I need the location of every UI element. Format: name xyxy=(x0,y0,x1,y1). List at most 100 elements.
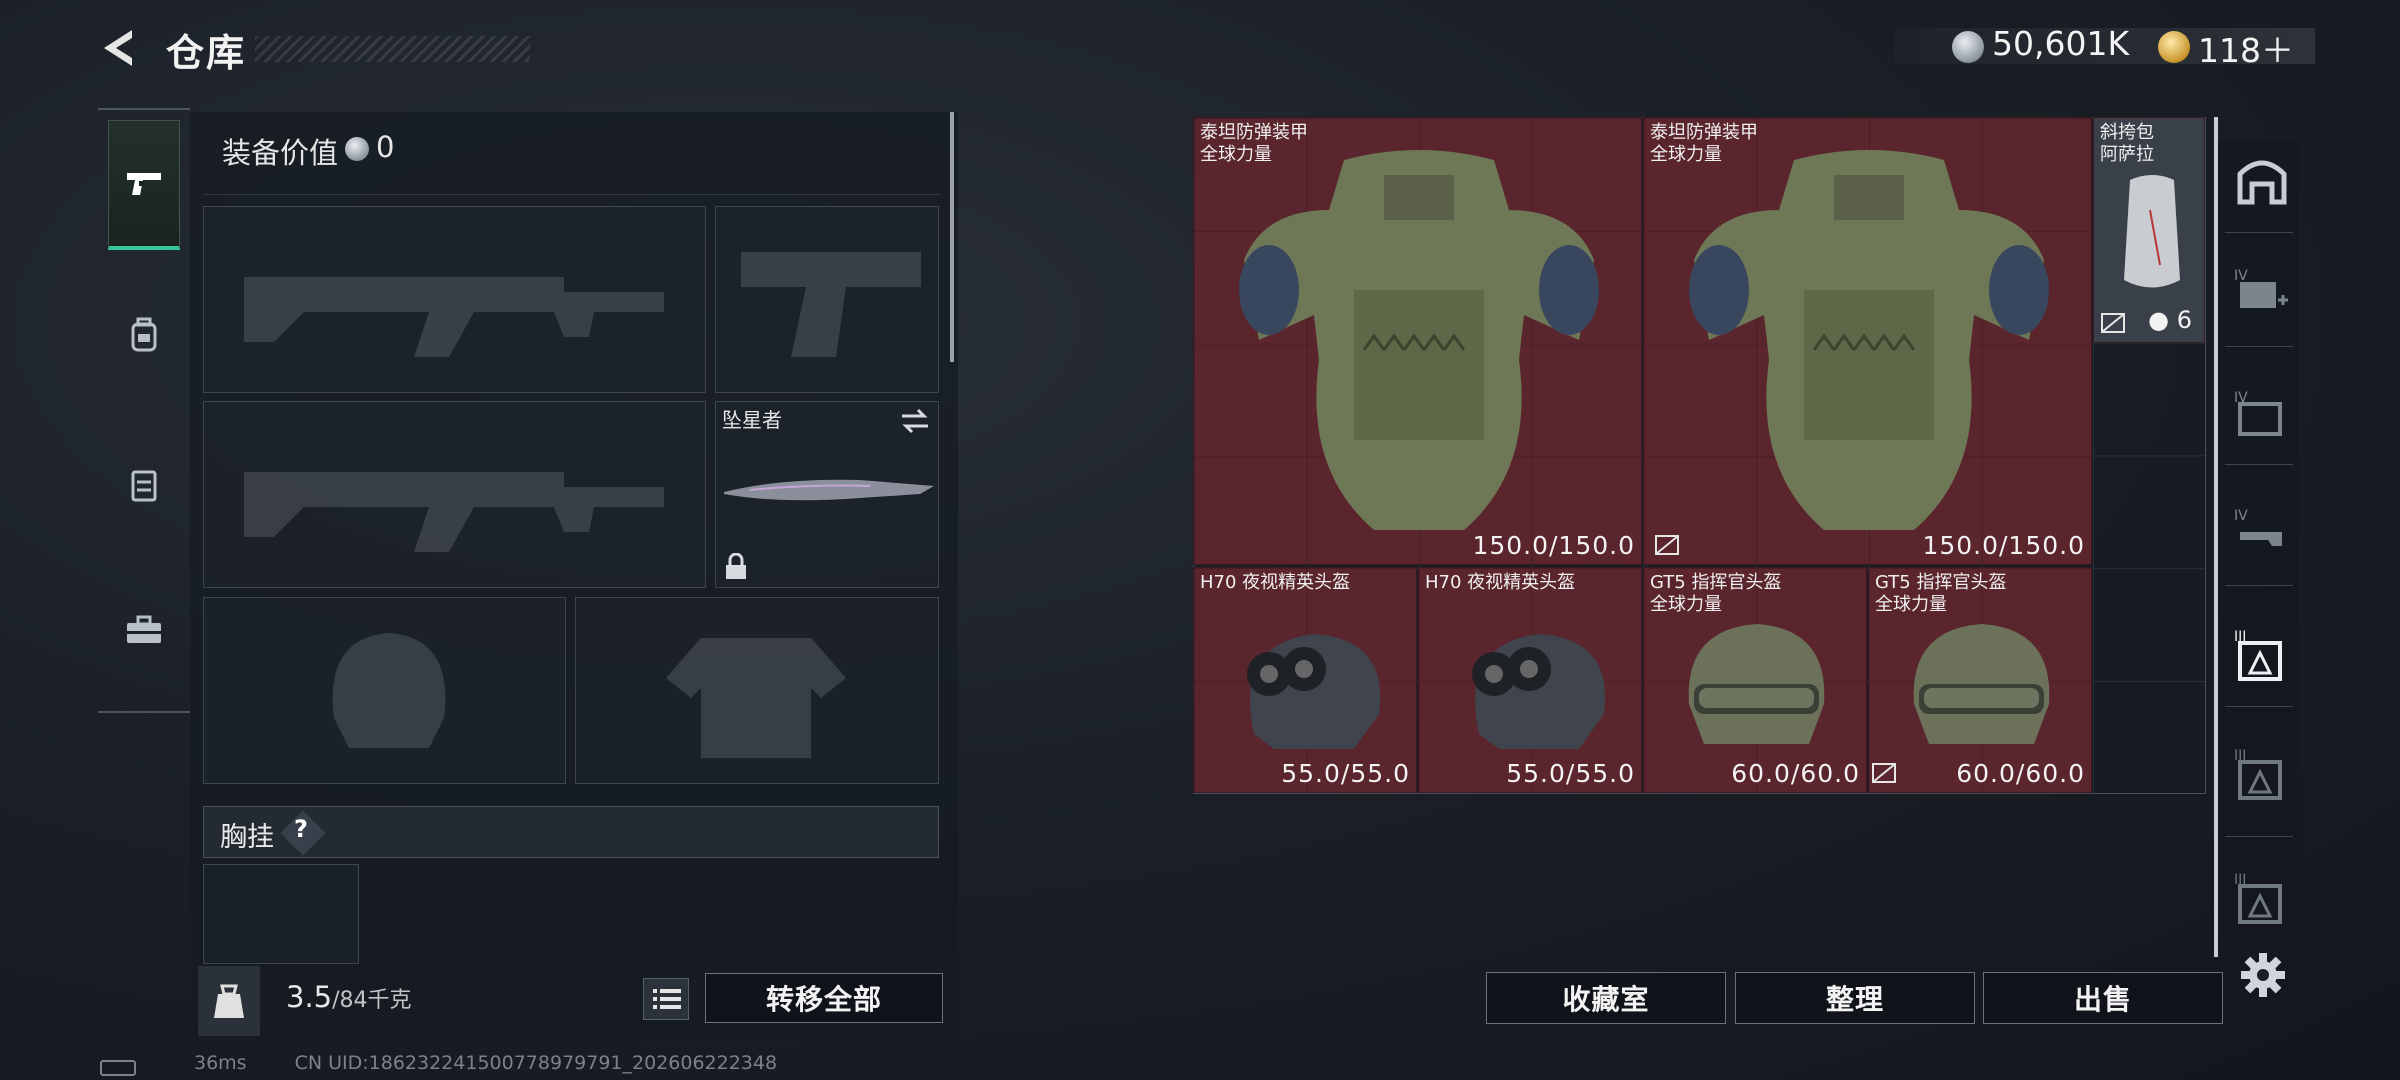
swap-icon[interactable] xyxy=(900,408,930,434)
havoc-coin-icon xyxy=(1952,31,1984,63)
no-insure-icon xyxy=(2101,313,2125,333)
weight-badge xyxy=(198,966,260,1036)
item-durability: 60.0/60.0 xyxy=(1731,759,1860,788)
commander-helmet-icon xyxy=(1688,624,1825,744)
gear-icon xyxy=(2241,953,2285,997)
vault-icon xyxy=(2237,160,2287,205)
storage-home-button[interactable] xyxy=(2232,150,2292,210)
pistol-icon xyxy=(127,172,161,195)
primary-weapon-slot-2[interactable] xyxy=(203,401,706,588)
item-durability: 60.0/60.0 xyxy=(1956,759,2085,788)
settings-button[interactable] xyxy=(2238,950,2288,1000)
help-mark: ? xyxy=(294,815,308,843)
back-button[interactable] xyxy=(96,24,142,72)
ping: 36ms xyxy=(194,1052,247,1074)
back-arrow-icon xyxy=(104,30,132,66)
rifle-silhouette-icon xyxy=(244,277,664,357)
page-title: 仓库 xyxy=(166,31,247,75)
primary-weapon-slot[interactable] xyxy=(203,206,706,393)
list-view-button[interactable] xyxy=(643,978,689,1020)
sort-button[interactable]: 整理 xyxy=(1735,972,1975,1024)
item-name: GT5 指挥官头盔 全球力量 xyxy=(1875,572,2007,615)
bag-capacity-value: 6 xyxy=(2176,306,2192,334)
item-durability: 55.0/55.0 xyxy=(1506,759,1635,788)
item-name: H70 夜视精英头盔 xyxy=(1425,572,1576,593)
storage-tab-gear[interactable]: IV xyxy=(2232,502,2292,562)
item-durability: 150.0/150.0 xyxy=(1472,531,1635,560)
tab-weapons[interactable] xyxy=(108,120,180,250)
rifle-silhouette-icon xyxy=(244,472,664,552)
item-name: GT5 指挥官头盔 全球力量 xyxy=(1650,572,1782,615)
storage-item-helmet[interactable]: GT5 指挥官头盔 全球力量 60.0/60.0 xyxy=(1643,567,1867,793)
item-name: H70 夜视精英头盔 xyxy=(1200,572,1351,593)
pistol-silhouette-icon xyxy=(741,252,921,357)
toolbox-icon xyxy=(127,615,161,643)
chest-rig-icon xyxy=(131,470,157,502)
helmet-silhouette-icon xyxy=(332,633,446,748)
weight-icon xyxy=(214,984,244,1018)
helmet-slot[interactable] xyxy=(203,597,566,784)
divider xyxy=(203,194,941,195)
nv-helmet-icon xyxy=(1247,634,1381,749)
commander-helmet-icon xyxy=(1913,624,2050,744)
armor-case-icon: III xyxy=(2234,872,2282,924)
status-bar: 36ms CN UID:18623224150077897979​1_202606… xyxy=(150,1052,777,1074)
uid-text: CN UID:18623224150077897979​1_2026062223… xyxy=(294,1052,778,1074)
storage-item-armor[interactable]: 泰坦防弹装甲 全球力量 150.0/150.0 xyxy=(1193,117,1642,565)
tab-toolbox[interactable] xyxy=(108,565,180,695)
equipment-value: 0 xyxy=(376,130,395,164)
carry-weight-value: 3.5 xyxy=(286,980,333,1014)
backpack-icon xyxy=(131,317,157,352)
knife-icon xyxy=(724,479,934,501)
svg-text:IV: IV xyxy=(2234,508,2248,524)
carry-weight-max: /84千克 xyxy=(332,988,412,1013)
no-insure-icon xyxy=(1872,763,1896,783)
storage-tab-armor-active[interactable]: III xyxy=(2232,625,2292,685)
battery-icon xyxy=(100,1060,136,1076)
item-durability: 55.0/55.0 xyxy=(1281,759,1410,788)
no-insure-icon xyxy=(1655,535,1679,555)
armor-slot[interactable] xyxy=(575,597,939,784)
currency-amount-2[interactable]: 118＋ xyxy=(2198,24,2294,72)
storage-scrollbar[interactable] xyxy=(2214,117,2218,957)
storage-tab-armor-3[interactable]: III xyxy=(2232,868,2292,928)
title-decoration xyxy=(255,36,530,62)
storage-item-bag[interactable]: 斜挎包 阿萨拉 ● 6 xyxy=(2093,117,2205,343)
storage-tab-files[interactable]: IV xyxy=(2232,384,2292,444)
folder-icon: IV xyxy=(2234,390,2282,436)
storage-item-helmet[interactable]: GT5 指挥官头盔 全球力量 60.0/60.0 xyxy=(1868,567,2092,793)
armor-case-icon: III xyxy=(2234,629,2282,681)
sling-bag-icon xyxy=(2124,175,2180,288)
body-armor-icon xyxy=(1239,150,1599,530)
chest-rig-slot[interactable] xyxy=(203,864,359,964)
secondary-weapon-slot[interactable] xyxy=(715,206,939,393)
coin-icon xyxy=(345,137,369,161)
collection-button[interactable]: 收藏室 xyxy=(1486,972,1726,1024)
svg-text:IV: IV xyxy=(2234,268,2248,284)
item-durability: 150.0/150.0 xyxy=(1922,531,2085,560)
medical-case-icon: IV xyxy=(2234,268,2288,308)
chest-rig-label: 胸挂 xyxy=(220,822,274,853)
storage-item-helmet[interactable]: H70 夜视精英头盔 55.0/55.0 xyxy=(1193,567,1417,793)
armor-case-icon: III xyxy=(2234,748,2282,800)
gear-case-icon: IV xyxy=(2234,508,2282,546)
list-icon xyxy=(653,989,681,1009)
melee-name: 坠星者 xyxy=(722,408,782,432)
tab-chest-rig[interactable] xyxy=(108,420,180,550)
item-name: 泰坦防弹装甲 全球力量 xyxy=(1200,122,1308,165)
equipment-scrollbar[interactable] xyxy=(950,112,954,362)
carry-weight: 3.5/84千克 xyxy=(286,980,412,1014)
body-armor-icon xyxy=(1689,150,2049,530)
item-name: 斜挎包 阿萨拉 xyxy=(2100,122,2154,165)
tab-backpack[interactable] xyxy=(108,270,180,400)
nv-helmet-icon xyxy=(1472,634,1606,749)
storage-tab-medical[interactable]: IV xyxy=(2232,262,2292,322)
lock-icon xyxy=(726,553,746,579)
storage-item-armor[interactable]: 泰坦防弹装甲 全球力量 150.0/150.0 xyxy=(1643,117,2092,565)
storage-item-helmet[interactable]: H70 夜视精英头盔 55.0/55.0 xyxy=(1418,567,1642,793)
storage-tab-armor-2[interactable]: III xyxy=(2232,744,2292,804)
item-name: 泰坦防弹装甲 全球力量 xyxy=(1650,122,1758,165)
currency-amount-1: 50,601K xyxy=(1992,24,2130,63)
transfer-all-button[interactable]: 转移全部 xyxy=(705,973,943,1023)
sell-button[interactable]: 出售 xyxy=(1983,972,2223,1024)
